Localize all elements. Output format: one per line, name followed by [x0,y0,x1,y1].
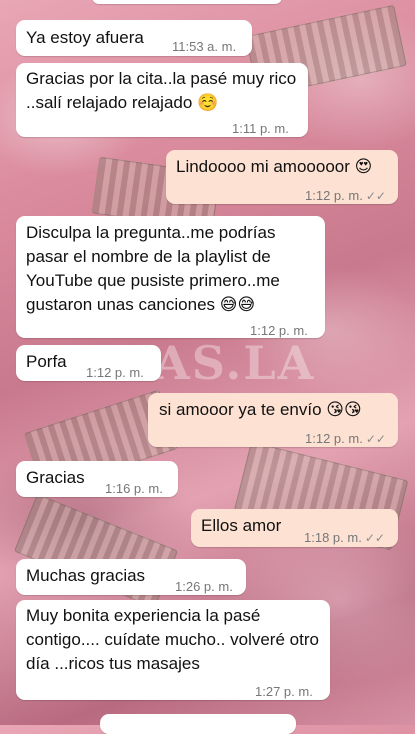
chat-area[interactable]: Ya estoy afuera 11:53 a. m. Gracias por … [0,0,415,734]
read-receipt-icon: ✓✓ [365,189,386,203]
message-bubble-outgoing[interactable]: si amooor ya te envío 😘😘 1:12 p. m. ✓✓ [148,393,398,447]
message-text: Gracias [26,468,85,487]
message-text: Ya estoy afuera [26,28,144,47]
message-bubble-incoming[interactable]: Gracias 1:16 p. m. [16,461,178,497]
message-text: Porfa [26,352,67,371]
message-bubble-outgoing[interactable]: Ellos amor 1:18 p. m. ✓✓ [191,509,398,547]
message-bubble-incoming[interactable]: Porfa 1:12 p. m. [16,345,161,381]
message-bubble-incoming[interactable]: Muchas gracias 1:26 p. m. [16,559,246,595]
message-time: 1:11 p. m. [232,121,289,136]
message-text: si amooor ya te envío 😘😘 [159,400,362,419]
message-time: 1:12 p. m. ✓✓ [305,431,386,446]
message-time: 1:12 p. m. ✓✓ [305,188,386,203]
kiss-emoji-icon: 😘😘 [326,400,362,419]
read-receipt-icon: ✓✓ [364,531,385,545]
message-time: 1:12 p. m. [250,323,308,338]
message-bubble-incoming[interactable]: Gracias por la cita..la pasé muy rico ..… [16,63,308,137]
heart-eyes-emoji-icon: 😍 [354,157,373,176]
message-text: Disculpa la pregunta..me podrías pasar e… [26,223,280,314]
message-time: 1:12 p. m. [86,365,144,380]
message-text: Lindoooo mi amooooor 😍 [176,157,373,176]
message-bubble-incoming[interactable]: Ya estoy afuera 11:53 a. m. [16,20,252,56]
sweat-smile-emoji-icon: 😅😅 [219,295,256,314]
message-text: Ellos amor [201,516,282,535]
message-bubble-partial [100,714,296,734]
read-receipt-icon: ✓✓ [365,432,386,446]
smiling-emoji-icon: ☺️ [197,93,219,112]
message-time: 11:53 a. m. [172,39,237,54]
message-time: 1:26 p. m. [175,579,233,594]
message-bubble-incoming[interactable]: Muy bonita experiencia la pasé contigo..… [16,600,330,700]
message-time: 1:27 p. m. [255,684,313,699]
message-text: Muy bonita experiencia la pasé contigo..… [26,606,319,673]
message-bubble-incoming[interactable]: Disculpa la pregunta..me podrías pasar e… [16,216,325,338]
message-time: 1:18 p. m. ✓✓ [304,530,385,545]
message-bubble-partial [92,0,282,4]
message-time: 1:16 p. m. [105,481,163,496]
message-bubble-outgoing[interactable]: Lindoooo mi amooooor 😍 1:12 p. m. ✓✓ [166,150,398,204]
message-text: Gracias por la cita..la pasé muy rico ..… [26,69,297,112]
message-text: Muchas gracias [26,566,146,585]
